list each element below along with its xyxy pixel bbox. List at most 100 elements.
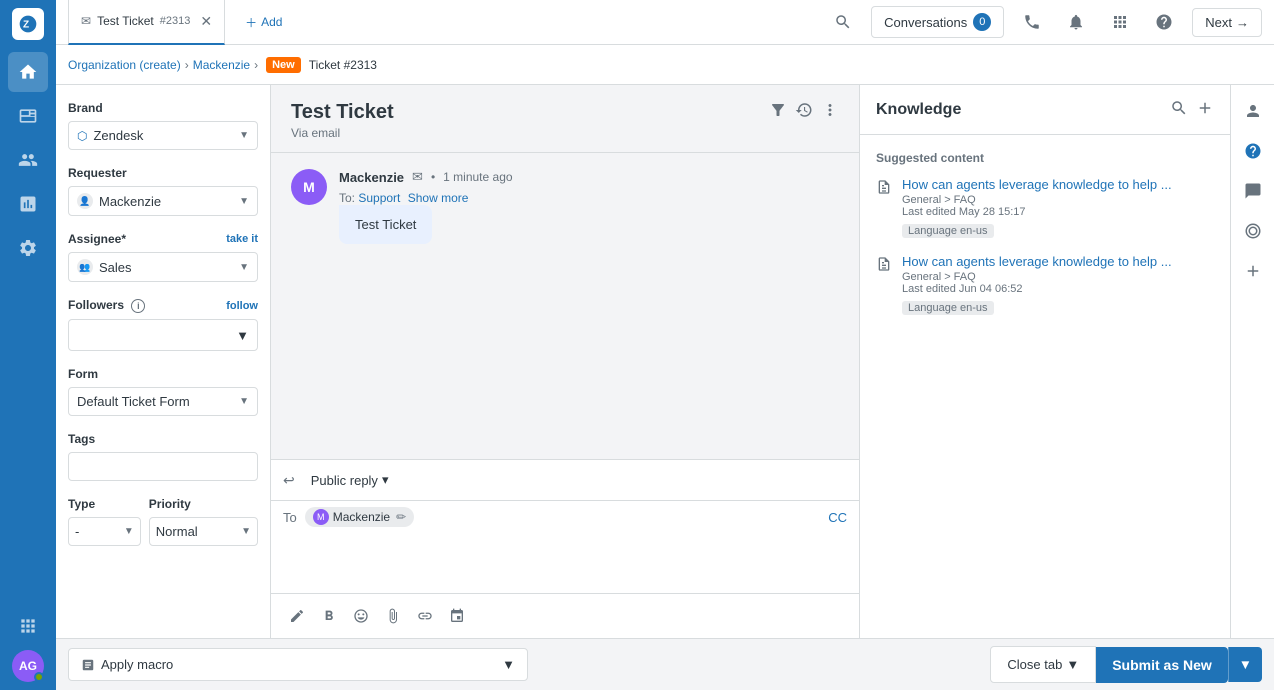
- breadcrumb-org[interactable]: Organization (create): [68, 58, 181, 72]
- reply-toolbar: ↩ Public reply ▾: [271, 460, 859, 501]
- app-logo[interactable]: Z: [12, 8, 44, 40]
- assignee-value: Sales: [99, 260, 132, 275]
- ticket-tab[interactable]: ✉ Test Ticket #2313 ✕: [68, 0, 225, 45]
- breadcrumb-user[interactable]: Mackenzie: [193, 58, 250, 72]
- close-tab-label: Close tab: [1007, 657, 1062, 672]
- bottom-right: Close tab ▼ Submit as New ▼: [990, 646, 1262, 683]
- followers-info-icon[interactable]: i: [131, 299, 145, 313]
- follow-link[interactable]: follow: [226, 300, 258, 312]
- nav-item-apps[interactable]: [8, 606, 48, 646]
- followers-label-row: Followers i follow: [68, 298, 258, 313]
- take-it-link[interactable]: take it: [226, 233, 258, 245]
- article-category-1: General > FAQ: [902, 194, 976, 206]
- assignee-select[interactable]: 👥 Sales ▼: [68, 252, 258, 282]
- article-title-2[interactable]: How can agents leverage knowledge to hel…: [902, 254, 1214, 269]
- user-avatar[interactable]: AG: [12, 650, 44, 682]
- submit-dropdown-button[interactable]: ▼: [1228, 647, 1262, 682]
- followers-field: Followers i follow ▼: [68, 298, 258, 351]
- form-field: Form Default Ticket Form ▼: [68, 367, 258, 416]
- knowledge-article-2[interactable]: How can agents leverage knowledge to hel…: [876, 254, 1214, 315]
- show-more-link[interactable]: Show more: [408, 191, 469, 205]
- form-select[interactable]: Default Ticket Form ▼: [68, 387, 258, 416]
- type-value: -: [75, 524, 79, 539]
- breadcrumb-ticket: Ticket #2313: [309, 58, 377, 72]
- requester-value: Mackenzie: [99, 194, 161, 209]
- attachment-icon[interactable]: [379, 602, 407, 630]
- knowledge-search-icon[interactable]: [1170, 99, 1188, 120]
- sidebar-knowledge-icon[interactable]: [1235, 133, 1271, 169]
- article-lang-tag-2: Language en-us: [902, 301, 994, 315]
- sidebar-user-icon[interactable]: [1235, 93, 1271, 129]
- tab-close-icon[interactable]: ✕: [200, 13, 212, 30]
- signature-icon[interactable]: [443, 602, 471, 630]
- phone-icon[interactable]: [1016, 6, 1048, 38]
- submit-button[interactable]: Submit as New: [1096, 647, 1228, 683]
- nav-item-tickets[interactable]: [8, 96, 48, 136]
- article-title-1[interactable]: How can agents leverage knowledge to hel…: [902, 177, 1214, 192]
- requester-field: Requester 👤 Mackenzie ▼: [68, 166, 258, 216]
- reply-to-tag: M Mackenzie ✏: [305, 507, 414, 527]
- tags-input[interactable]: [68, 452, 258, 481]
- ticket-status-badge: New: [266, 57, 301, 73]
- submit-arrow-icon: ▼: [1239, 657, 1252, 672]
- link-icon[interactable]: [411, 602, 439, 630]
- assignee-chevron-icon: ▼: [239, 262, 249, 273]
- bottom-left: Apply macro ▼: [68, 648, 528, 681]
- close-tab-button[interactable]: Close tab ▼: [990, 646, 1096, 683]
- reply-compose-area[interactable]: [271, 533, 859, 593]
- emoji-icon[interactable]: [347, 602, 375, 630]
- content-body: Brand ⬡ Zendesk ▼ Requester 👤: [56, 85, 1274, 638]
- filter-icon[interactable]: [769, 101, 787, 122]
- type-select[interactable]: - ▼: [68, 517, 141, 546]
- nav-item-contacts[interactable]: [8, 140, 48, 180]
- draft-icon[interactable]: [283, 602, 311, 630]
- help-icon[interactable]: [1148, 6, 1180, 38]
- grid-icon[interactable]: [1104, 6, 1136, 38]
- assignee-icon: 👥: [77, 259, 93, 275]
- next-button[interactable]: Next →: [1192, 8, 1262, 37]
- next-label: Next: [1205, 15, 1232, 30]
- priority-value: Normal: [156, 524, 198, 539]
- apply-macro-button[interactable]: Apply macro ▼: [68, 648, 528, 681]
- sidebar-chat-icon[interactable]: [1235, 173, 1271, 209]
- message-body: Mackenzie ✉ • 1 minute ago To: Support S…: [339, 169, 839, 244]
- search-icon-btn[interactable]: [827, 6, 859, 38]
- priority-label: Priority: [149, 497, 258, 511]
- avatar-status-badge: [34, 672, 44, 682]
- notifications-icon[interactable]: [1060, 6, 1092, 38]
- more-icon[interactable]: [821, 101, 839, 122]
- message-to-recipient[interactable]: Support: [358, 191, 400, 205]
- type-label: Type: [68, 497, 141, 511]
- followers-select[interactable]: ▼: [68, 319, 258, 351]
- nav-item-settings[interactable]: [8, 228, 48, 268]
- reply-type-button[interactable]: Public reply ▾: [303, 468, 397, 492]
- close-tab-chevron-icon: ▼: [1066, 657, 1079, 672]
- conversations-button[interactable]: Conversations 0: [871, 6, 1004, 38]
- requester-label: Requester: [68, 166, 258, 180]
- brand-value: Zendesk: [93, 128, 143, 143]
- article-icon-2: [876, 256, 892, 315]
- reply-to-edit-icon[interactable]: ✏: [396, 510, 406, 524]
- requester-select[interactable]: 👤 Mackenzie ▼: [68, 186, 258, 216]
- sidebar-add-icon[interactable]: [1235, 253, 1271, 289]
- type-chevron-icon: ▼: [124, 526, 134, 537]
- form-value: Default Ticket Form: [77, 394, 190, 409]
- plus-icon: ＋: [245, 14, 257, 31]
- reply-cc-label[interactable]: CC: [828, 510, 847, 525]
- sidebar-ai-icon[interactable]: [1235, 213, 1271, 249]
- nav-item-home[interactable]: [8, 52, 48, 92]
- add-tab-button[interactable]: ＋ Add: [233, 14, 294, 31]
- knowledge-add-icon[interactable]: [1196, 99, 1214, 120]
- knowledge-article-1[interactable]: How can agents leverage knowledge to hel…: [876, 177, 1214, 238]
- brand-chevron-icon: ▼: [239, 130, 249, 141]
- submit-label: Submit as New: [1112, 657, 1212, 673]
- knowledge-header-actions: [1170, 99, 1214, 120]
- type-priority-row: Type - ▼ Priority Normal ▼: [68, 497, 258, 546]
- brand-select[interactable]: ⬡ Zendesk ▼: [68, 121, 258, 150]
- history-icon[interactable]: [795, 101, 813, 122]
- nav-item-reporting[interactable]: [8, 184, 48, 224]
- reply-recipient-avatar: M: [313, 509, 329, 525]
- bold-icon[interactable]: [315, 602, 343, 630]
- message-to-label: To:: [339, 191, 355, 205]
- priority-select[interactable]: Normal ▼: [149, 517, 258, 546]
